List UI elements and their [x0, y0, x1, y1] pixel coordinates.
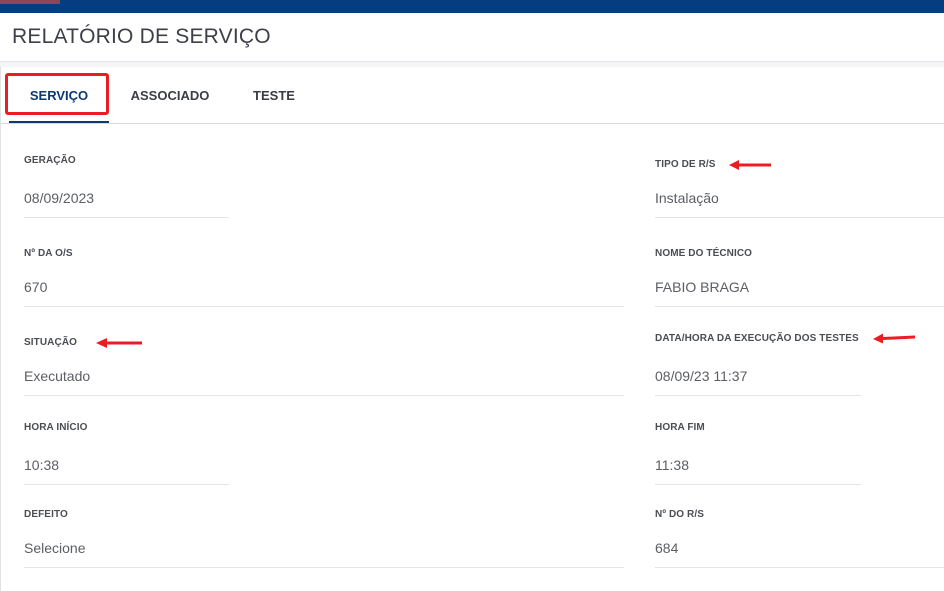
top-bar [0, 0, 944, 13]
field-label-defeito: DEFEITO [24, 509, 68, 520]
field-value-hora-inicio[interactable]: 10:38 [24, 457, 59, 473]
field-underline [24, 306, 624, 307]
field-underline [655, 484, 861, 485]
field-value-defeito[interactable]: Selecione [24, 540, 86, 556]
red-arrow-icon [729, 160, 771, 170]
field-label-hora-fim: HORA FIM [655, 422, 705, 433]
field-underline [655, 567, 944, 568]
field-value-hora-fim[interactable]: 11:38 [655, 457, 689, 473]
red-highlight-box [5, 73, 109, 115]
red-arrow-icon [873, 333, 915, 344]
field-value-nome-tecnico[interactable]: FABIO BRAGA [655, 279, 749, 295]
field-underline [24, 217, 229, 218]
logo-fragment [0, 0, 60, 4]
field-underline [655, 306, 944, 307]
field-underline [655, 395, 861, 396]
tab-bar: SERVIÇO ASSOCIADO TESTE [1, 67, 944, 124]
red-arrow-icon [96, 338, 142, 348]
tab-teste[interactable]: TESTE [241, 67, 307, 123]
field-underline [24, 484, 229, 485]
field-value-tipo-rs[interactable]: Instalação [655, 190, 719, 206]
field-value-num-rs[interactable]: 684 [655, 540, 678, 556]
field-label-data-hora-testes: DATA/HORA DA EXECUÇÃO DOS TESTES [655, 333, 859, 344]
field-label-tipo-rs: TIPO DE R/S [655, 159, 716, 170]
field-label-num-os: Nº DA O/S [24, 248, 73, 259]
field-underline [655, 217, 944, 218]
field-label-nome-tecnico: NOME DO TÉCNICO [655, 248, 753, 259]
field-value-geracao[interactable]: 08/09/2023 [24, 190, 94, 206]
field-value-num-os[interactable]: 670 [24, 279, 47, 295]
field-underline [24, 567, 624, 568]
field-label-hora-inicio: HORA INÍCIO [24, 422, 88, 433]
field-value-data-hora-testes[interactable]: 08/09/23 11:37 [655, 368, 747, 384]
active-tab-indicator [9, 121, 109, 123]
field-label-geracao: GERAÇÃO [24, 155, 76, 166]
page-header: RELATÓRIO DE SERVIÇO [0, 13, 944, 62]
field-label-situacao: SITUAÇÃO [24, 337, 78, 348]
report-panel: SERVIÇO ASSOCIADO TESTE GERAÇÃO 08/09/20… [0, 67, 944, 591]
field-label-num-rs: Nº DO R/S [655, 509, 705, 520]
tab-associado[interactable]: ASSOCIADO [119, 67, 221, 123]
field-underline [24, 395, 624, 396]
field-value-situacao[interactable]: Executado [24, 368, 90, 384]
page-title: RELATÓRIO DE SERVIÇO [12, 25, 271, 48]
